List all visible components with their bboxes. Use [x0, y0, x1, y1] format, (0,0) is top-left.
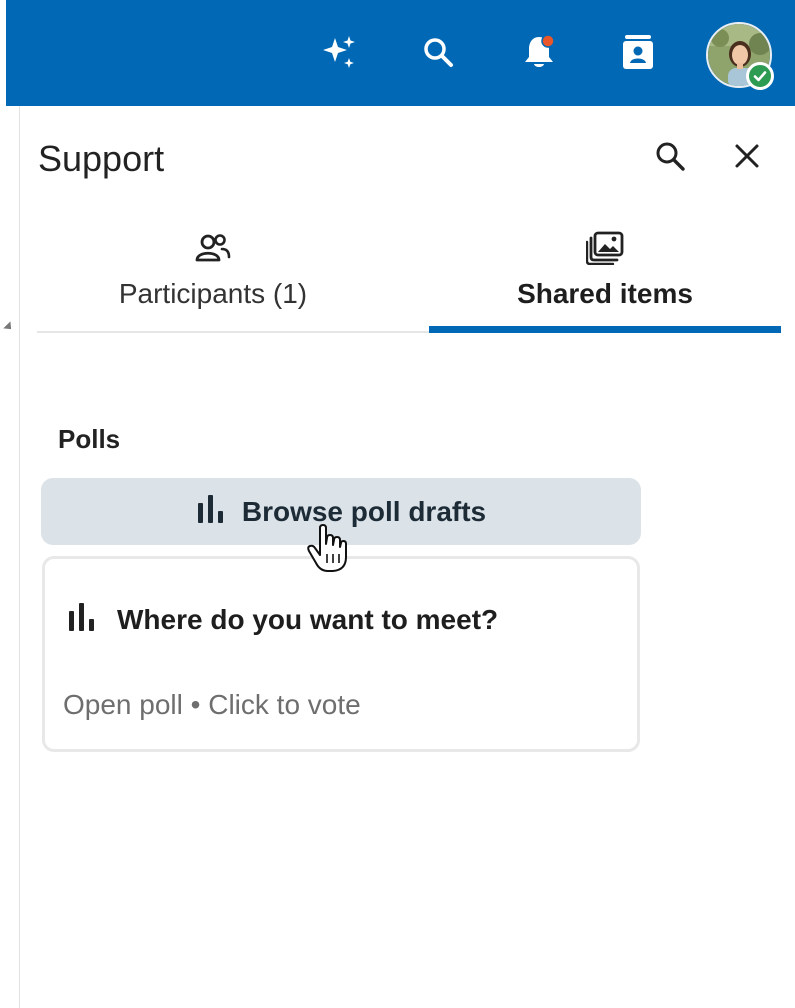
side-panel: Support Participants (1) Shared items Po… — [20, 106, 795, 1008]
tab-shared-items-label: Shared items — [517, 278, 693, 309]
top-header — [0, 0, 795, 106]
bell-icon[interactable] — [519, 32, 559, 72]
poll-question-row: Where do you want to meet? — [67, 601, 498, 638]
hand-pointer-cursor-icon — [306, 524, 348, 579]
user-avatar[interactable] — [706, 22, 774, 90]
poll-question: Where do you want to meet? — [117, 603, 499, 635]
close-panel-button[interactable] — [725, 134, 769, 178]
poll-chart-icon — [196, 493, 228, 530]
close-icon — [735, 144, 759, 168]
sparkle-icon[interactable] — [319, 32, 359, 72]
background-page-edge — [0, 106, 20, 1008]
people-icon — [195, 230, 231, 266]
tab-participants-label: Participants (1) — [118, 278, 308, 309]
browse-poll-drafts-label: Browse poll drafts — [241, 495, 487, 527]
panel-search-button[interactable] — [648, 134, 692, 178]
search-icon[interactable] — [418, 32, 458, 72]
poll-status: Open poll • Click to vote — [63, 689, 361, 720]
panel-title: Support — [38, 138, 165, 179]
collapse-caret-icon — [3, 321, 15, 333]
contact-card-icon[interactable] — [618, 32, 658, 72]
app-window: Support Participants (1) Shared items Po… — [0, 0, 795, 1008]
tab-shared-items[interactable]: Shared items — [429, 216, 781, 333]
polls-heading: Polls — [58, 424, 121, 454]
header-edge — [0, 0, 6, 106]
search-icon — [656, 142, 685, 171]
panel-tabs: Participants (1) Shared items — [37, 216, 781, 333]
tab-participants[interactable]: Participants (1) — [37, 216, 389, 331]
poll-chart-icon — [67, 601, 99, 638]
poll-card[interactable]: Where do you want to meet? Open poll • C… — [42, 556, 640, 752]
media-stack-icon — [586, 230, 624, 266]
presence-available-icon — [746, 62, 774, 90]
